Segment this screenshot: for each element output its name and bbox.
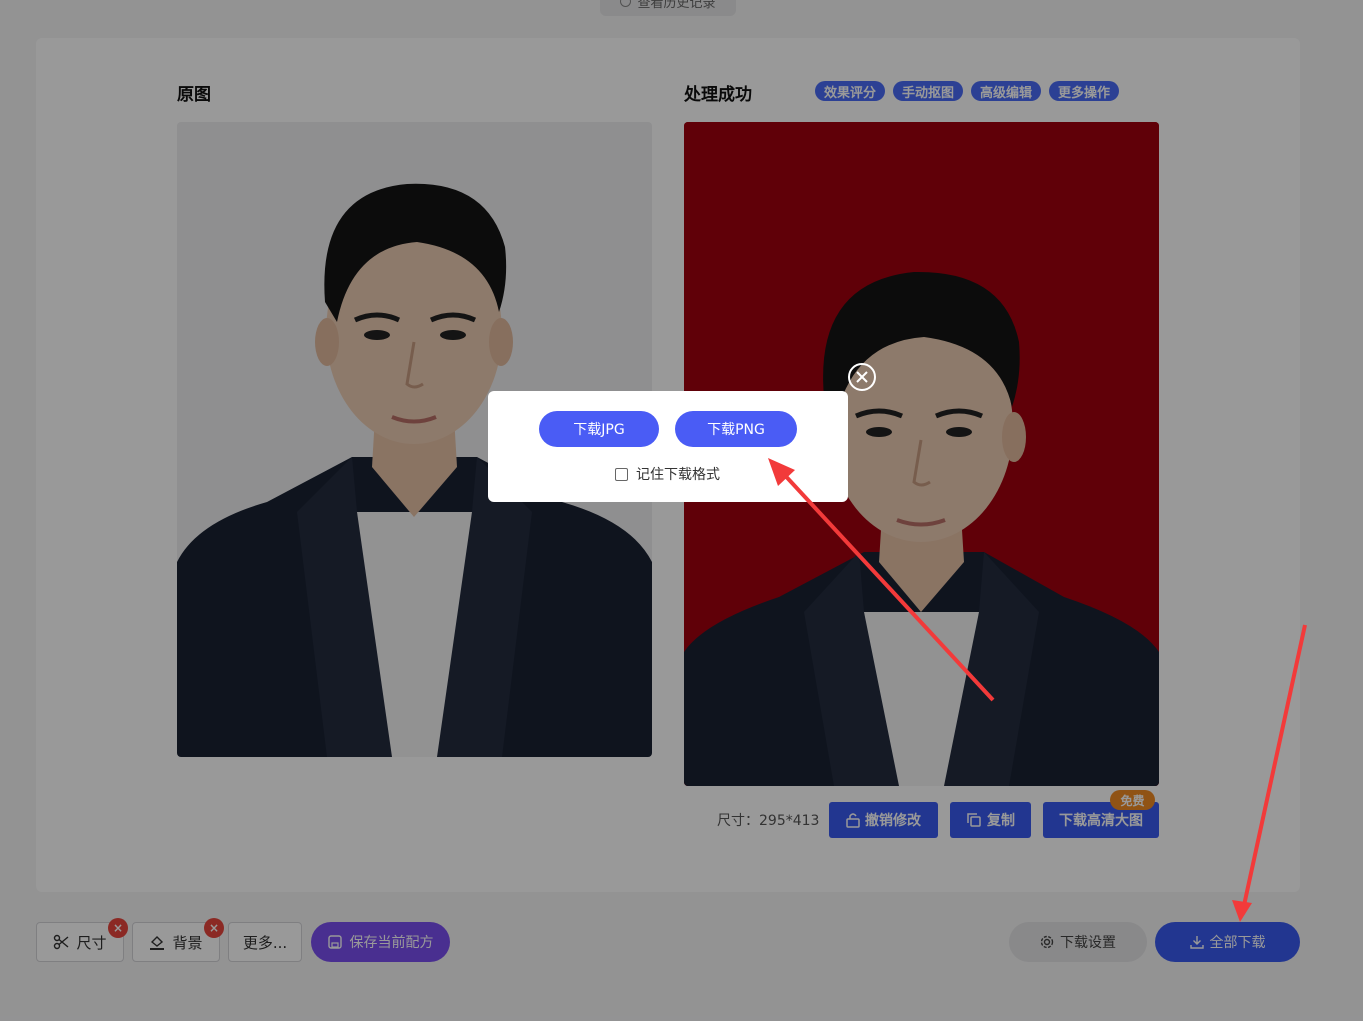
annotation-arrows <box>768 458 1307 922</box>
arrow-to-download-all-icon <box>1232 624 1307 922</box>
arrow-to-png-icon <box>768 458 995 702</box>
